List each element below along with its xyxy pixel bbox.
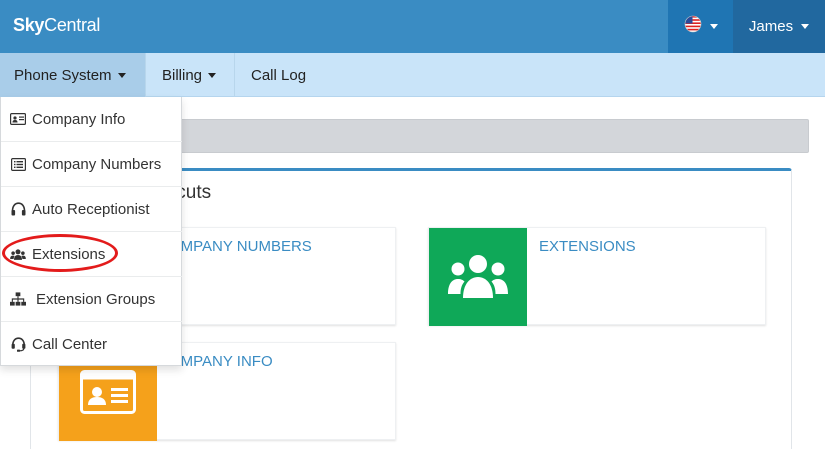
menu-call-log[interactable]: Call Log: [235, 53, 320, 97]
dropdown-item-auto-receptionist[interactable]: Auto Receptionist: [1, 187, 182, 232]
user-menu-button[interactable]: James: [733, 0, 825, 53]
id-card-icon: [10, 111, 26, 127]
users-icon[interactable]: [429, 228, 527, 326]
dropdown-item-company-numbers[interactable]: Company Numbers: [1, 142, 182, 187]
chevron-down-icon: [117, 72, 126, 78]
top-navbar: SkyCentral James: [0, 0, 825, 53]
menu-billing[interactable]: Billing: [145, 53, 235, 97]
user-name: James: [748, 18, 794, 35]
dropdown-item-extension-groups[interactable]: Extension Groups: [1, 277, 182, 322]
brand-logo[interactable]: SkyCentral: [13, 15, 100, 36]
chevron-down-icon: [709, 24, 718, 29]
headset-icon: [10, 337, 26, 353]
language-selector[interactable]: [668, 0, 733, 53]
main-menu: Phone System Billing Call Log: [0, 53, 825, 97]
sitemap-icon: [10, 291, 26, 307]
us-flag-icon: [684, 15, 702, 38]
shortcut-label[interactable]: EXTENSIONS: [539, 238, 636, 255]
dropdown-item-company-info[interactable]: Company Info: [1, 97, 182, 142]
chevron-down-icon: [208, 72, 217, 78]
chevron-down-icon: [801, 24, 810, 29]
dropdown-item-call-center[interactable]: Call Center: [1, 322, 182, 367]
shortcut-label[interactable]: OMPANY NUMBERS: [169, 238, 312, 255]
shortcut-extensions[interactable]: EXTENSIONS: [428, 227, 766, 326]
headphones-icon: [10, 201, 26, 217]
phone-system-dropdown: Company Info Company Numbers Auto Recept…: [0, 97, 182, 366]
list-icon: [10, 156, 26, 172]
highlight-circle: [2, 234, 118, 272]
menu-phone-system[interactable]: Phone System: [0, 53, 145, 97]
shortcut-label[interactable]: OMPANY INFO: [169, 353, 273, 370]
